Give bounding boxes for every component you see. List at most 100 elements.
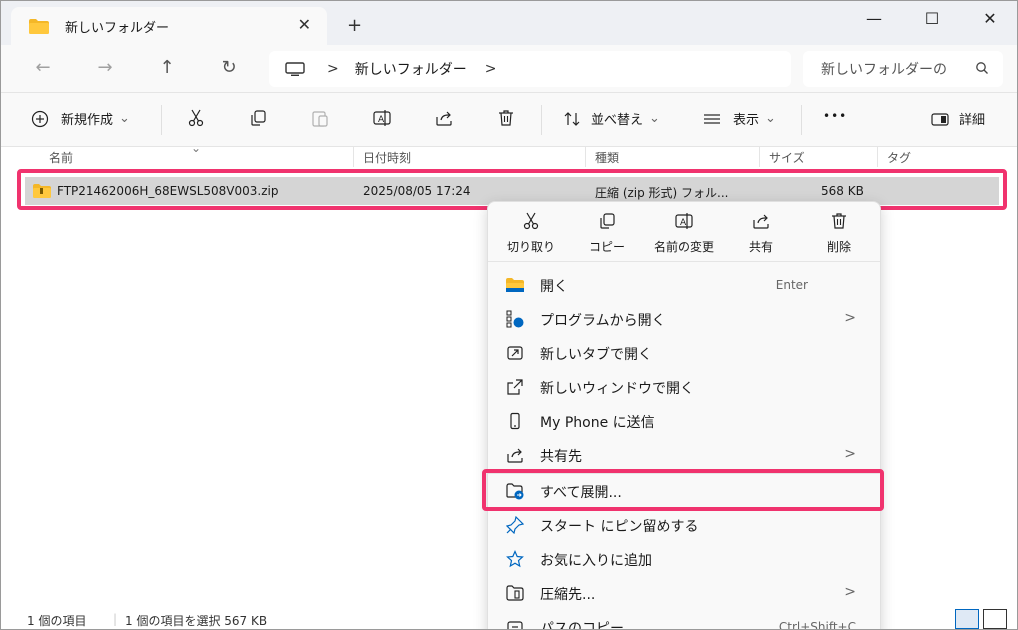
column-divider[interactable]	[585, 147, 586, 167]
column-header-tag[interactable]: タグ	[887, 149, 911, 166]
menu-item-label: プログラムから開く	[540, 313, 666, 329]
minimize-button[interactable]: —	[851, 5, 897, 31]
menu-item-open-new-window[interactable]: 新しいウィンドウで開く	[488, 370, 880, 404]
copy-icon	[251, 110, 266, 126]
share-icon	[436, 111, 452, 126]
quick-rename-label: 名前の変更	[653, 240, 714, 254]
share-button[interactable]	[435, 109, 453, 127]
quick-share-label: 共有	[748, 240, 773, 254]
menu-item-open-with[interactable]: プログラムから開く >	[488, 302, 880, 336]
status-item-count: 1 個の項目	[27, 614, 87, 628]
forward-button[interactable]: →	[93, 57, 117, 78]
quick-cut-button[interactable]: 切り取り	[496, 212, 566, 255]
command-bar: 新規作成 ⌄ A 並べ替え ⌄ 表示 ⌄ ••• 詳細	[1, 93, 1017, 147]
phone-icon	[510, 412, 520, 430]
menu-item-send-to-phone[interactable]: My Phone に送信	[488, 404, 880, 438]
address-bar[interactable]: > 新しいフォルダー >	[269, 51, 791, 87]
view-button[interactable]: 表示 ⌄	[703, 109, 776, 128]
quick-delete-label: 削除	[826, 240, 851, 254]
copy-button[interactable]	[249, 109, 267, 127]
share-icon	[507, 448, 523, 463]
menu-item-shortcut: Enter	[775, 278, 808, 292]
new-tab-button[interactable]: +	[347, 15, 362, 36]
menu-item-label: お気に入りに追加	[540, 553, 652, 569]
quick-copy-button[interactable]: コピー	[572, 212, 642, 255]
open-with-icon	[506, 310, 524, 328]
search-icon	[976, 62, 988, 74]
folder-icon	[506, 278, 524, 292]
quick-delete-button[interactable]: 削除	[804, 212, 874, 255]
menu-item-share-with[interactable]: 共有先 >	[488, 438, 880, 472]
details-pane-label: 詳細	[959, 113, 986, 128]
menu-item-open[interactable]: 開く Enter	[488, 268, 880, 302]
breadcrumb-chevron[interactable]: >	[485, 61, 497, 77]
cut-button[interactable]	[187, 109, 205, 127]
menu-item-label: 新しいウィンドウで開く	[540, 381, 694, 397]
quick-share-button[interactable]: 共有	[726, 212, 796, 255]
back-button[interactable]: ←	[31, 57, 55, 78]
sort-button[interactable]: 並べ替え ⌄	[563, 109, 660, 128]
maximize-button[interactable]: ☐	[909, 5, 955, 31]
cut-icon	[523, 212, 539, 230]
column-header-type[interactable]: 種類	[595, 149, 619, 166]
chevron-right-icon: >	[844, 446, 856, 462]
refresh-button[interactable]: ↻	[217, 57, 241, 78]
column-divider[interactable]	[759, 147, 760, 167]
new-button[interactable]: 新規作成 ⌄	[31, 109, 130, 128]
column-header-date[interactable]: 日付時刻	[363, 149, 411, 166]
menu-item-open-new-tab[interactable]: 新しいタブで開く	[488, 336, 880, 370]
column-divider[interactable]	[877, 147, 878, 167]
details-view-button[interactable]	[955, 609, 979, 629]
star-icon	[506, 550, 524, 568]
column-divider[interactable]	[353, 147, 354, 167]
rename-icon: A	[373, 110, 391, 126]
chevron-down-icon: ⌄	[765, 111, 776, 126]
menu-item-add-to-favorites[interactable]: お気に入りに追加	[488, 542, 880, 576]
share-icon	[753, 214, 769, 229]
menu-item-pin-to-start[interactable]: スタート にピン留めする	[488, 508, 880, 542]
paste-icon	[312, 111, 328, 127]
rename-icon: A	[675, 213, 693, 229]
tab-close-icon[interactable]: ✕	[298, 15, 311, 34]
rename-button[interactable]: A	[373, 109, 391, 127]
menu-item-label: 共有先	[540, 449, 582, 465]
column-header-size[interactable]: サイズ	[769, 149, 805, 166]
menu-item-label: パスのコピー	[540, 621, 624, 630]
menu-item-compress-to[interactable]: 圧縮先... >	[488, 576, 880, 610]
menu-item-label: 開く	[540, 279, 568, 295]
tiles-view-button[interactable]	[983, 609, 1007, 629]
status-divider: |	[113, 612, 118, 626]
more-icon: •••	[823, 109, 848, 123]
delete-icon	[499, 110, 513, 126]
close-window-button[interactable]: ✕	[967, 5, 1013, 31]
up-button[interactable]: ↑	[155, 57, 179, 78]
delete-icon	[832, 213, 846, 229]
svg-text:A: A	[378, 115, 385, 125]
menu-item-label: 圧縮先...	[540, 587, 596, 603]
this-pc-icon	[285, 62, 305, 76]
tab-current-folder[interactable]: 新しいフォルダー ✕	[11, 7, 327, 45]
menu-item-label: スタート にピン留めする	[540, 519, 699, 535]
quick-rename-button[interactable]: A 名前の変更	[642, 212, 726, 255]
details-pane-button[interactable]: 詳細	[931, 109, 985, 128]
folder-icon	[29, 18, 49, 34]
more-options-button[interactable]: •••	[823, 109, 847, 123]
compress-icon	[506, 585, 524, 601]
details-pane-icon	[931, 112, 949, 126]
context-menu: 切り取り コピー A 名前の変更 共有 削除 開く Enter プログラムから開…	[487, 201, 881, 630]
new-window-icon	[507, 379, 523, 395]
svg-text:A: A	[680, 218, 687, 228]
breadcrumb-separator[interactable]: >	[327, 61, 339, 77]
sort-button-label: 並べ替え	[591, 113, 644, 128]
search-box[interactable]: 新しいフォルダーの	[803, 51, 1003, 87]
menu-item-copy-path[interactable]: パスのコピー Ctrl+Shift+C	[488, 610, 880, 630]
context-menu-quick-actions: 切り取り コピー A 名前の変更 共有 削除	[488, 202, 880, 262]
navigation-bar: ← → ↑ ↻ > 新しいフォルダー > 新しいフォルダーの	[1, 45, 1017, 93]
breadcrumb-current-folder[interactable]: 新しいフォルダー	[355, 59, 467, 79]
sort-indicator-icon: ⌄	[191, 141, 202, 155]
delete-button[interactable]	[497, 109, 515, 127]
paste-button[interactable]	[311, 109, 329, 127]
search-input[interactable]: 新しいフォルダーの	[821, 59, 947, 79]
sort-icon	[564, 111, 580, 126]
column-header-name[interactable]: 名前	[49, 149, 73, 166]
